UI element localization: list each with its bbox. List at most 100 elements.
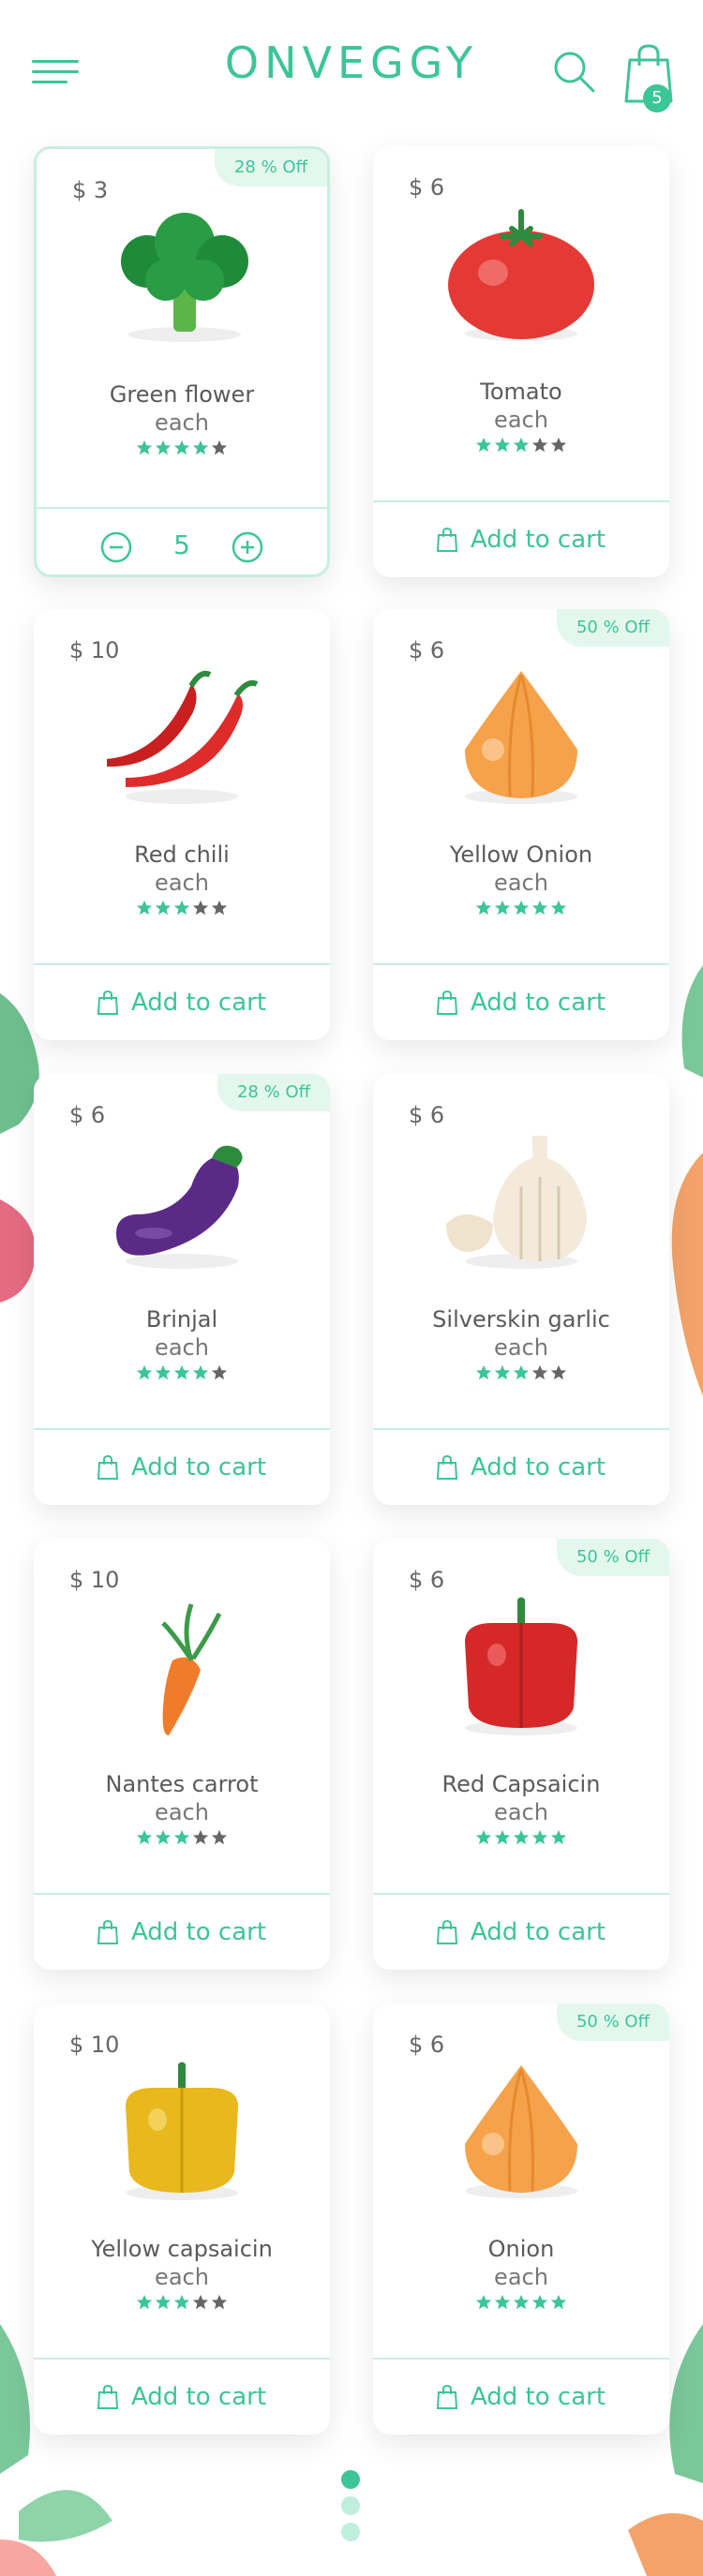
add-to-cart-button[interactable]: Add to cart [373, 502, 669, 577]
star-icon [211, 1364, 228, 1380]
product-name: Red chili [134, 841, 230, 868]
garlic-icon [446, 1136, 587, 1269]
product-unit: each [494, 407, 548, 433]
add-to-cart-button[interactable]: Add to cart [34, 2360, 330, 2435]
product-name: Green flower [109, 381, 255, 408]
product-price: $ 6 [409, 1567, 445, 1593]
product-unit: each [494, 1799, 548, 1825]
bag-icon [97, 2385, 118, 2409]
rating-stars [373, 900, 669, 918]
add-to-cart-label: Add to cart [130, 989, 267, 1017]
discount-badge: 50 % Off [557, 609, 669, 647]
product-price: $ 6 [409, 174, 445, 201]
star-icon [173, 1364, 190, 1380]
product-price: $ 10 [69, 637, 120, 663]
product-card[interactable]: $ 10 Nantes carrot each Add to cart [34, 1539, 330, 1970]
star-icon [192, 2294, 209, 2310]
rating-stars [373, 1829, 669, 1848]
add-to-cart-button[interactable]: Add to cart [373, 965, 669, 1040]
product-card[interactable]: $ 6 28 % Off Brinjal each Add to cart [34, 1074, 330, 1505]
product-name: Onion [487, 2236, 555, 2262]
product-card[interactable]: $ 6 50 % Off Yellow Onion each Add to ca… [373, 609, 669, 1040]
add-to-cart-button[interactable]: Add to cart [34, 965, 330, 1040]
product-card[interactable]: $ 6 Silverskin garlic each Add to cart [373, 1074, 669, 1505]
star-icon [173, 439, 190, 455]
quantity-row: 5 [37, 509, 327, 574]
product-card[interactable]: $ 6 Tomato each Add to cart [373, 146, 669, 577]
star-icon [211, 1829, 228, 1845]
star-icon [550, 1829, 567, 1845]
discount-badge: 50 % Off [557, 1539, 669, 1576]
pagination-dot[interactable] [341, 2523, 360, 2541]
star-icon [513, 2294, 530, 2310]
star-icon [192, 439, 209, 455]
product-price: $ 10 [69, 1567, 120, 1593]
pagination-dot[interactable] [341, 2470, 360, 2489]
carrot-icon [161, 1603, 222, 1735]
onion-icon [465, 671, 577, 804]
star-icon [550, 437, 567, 453]
pagination-dot[interactable] [341, 2496, 360, 2515]
star-icon [155, 900, 172, 916]
broccoli-icon [121, 213, 248, 342]
star-icon [136, 2294, 153, 2310]
add-to-cart-label: Add to cart [470, 2383, 606, 2411]
add-to-cart-label: Add to cart [470, 1453, 606, 1482]
product-card[interactable]: $ 10 Yellow capsaicin each Add to cart [34, 2003, 330, 2435]
product-name: Brinjal [145, 1306, 218, 1333]
onion-icon [465, 2065, 577, 2198]
eggplant-icon [116, 1145, 243, 1269]
quantity-value: 5 [173, 529, 190, 560]
add-to-cart-button[interactable]: Add to cart [373, 1895, 669, 1970]
product-name: Tomato [480, 379, 562, 405]
star-icon [155, 439, 172, 455]
bag-icon [436, 1920, 457, 1944]
star-icon [211, 439, 228, 455]
product-card[interactable]: $ 6 50 % Off Red Capsaicin each Add to c… [373, 1539, 669, 1970]
product-unit: each [494, 870, 548, 896]
star-icon [531, 900, 548, 916]
star-icon [211, 2294, 228, 2310]
rating-stars [34, 900, 330, 918]
discount-badge: 50 % Off [557, 2003, 669, 2041]
star-icon [513, 1829, 530, 1845]
add-to-cart-label: Add to cart [470, 989, 606, 1017]
product-unit: each [155, 2264, 209, 2290]
product-price: $ 6 [69, 1102, 106, 1128]
bag-icon [97, 1455, 118, 1480]
product-unit: each [155, 1334, 209, 1361]
product-name: Nantes carrot [105, 1771, 259, 1797]
star-icon [494, 437, 511, 453]
product-unit: each [155, 870, 209, 896]
star-icon [494, 900, 511, 916]
yellow-pepper-icon [126, 2062, 238, 2200]
app-header: ONVEGGY 5 [0, 0, 703, 141]
add-to-cart-button[interactable]: Add to cart [34, 1895, 330, 1970]
product-unit: each [155, 409, 209, 436]
star-icon [211, 900, 228, 916]
search-icon[interactable] [551, 49, 596, 94]
product-card[interactable]: $ 6 50 % Off Onion each Add to cart [373, 2003, 669, 2435]
bag-icon [436, 990, 457, 1015]
app-logo: ONVEGGY [224, 37, 479, 88]
star-icon [531, 2294, 548, 2310]
rating-stars [373, 437, 669, 455]
product-unit: each [155, 1799, 209, 1825]
bag-icon [436, 1455, 457, 1480]
cart-count-badge: 5 [643, 84, 671, 112]
bag-icon [97, 1920, 118, 1944]
star-icon [155, 2294, 172, 2310]
star-icon [136, 439, 153, 455]
add-to-cart-button[interactable]: Add to cart [34, 1430, 330, 1505]
add-to-cart-button[interactable]: Add to cart [373, 2360, 669, 2435]
star-icon [475, 1364, 492, 1380]
star-icon [494, 1364, 511, 1380]
star-icon [550, 900, 567, 916]
product-card[interactable]: $ 3 28 % Off Green flower each 5 [34, 146, 330, 577]
increase-quantity-button[interactable] [232, 531, 263, 563]
product-card[interactable]: $ 10 Red chili each Add to cart [34, 609, 330, 1040]
star-icon [173, 1829, 190, 1845]
product-name: Yellow Onion [449, 841, 593, 868]
add-to-cart-button[interactable]: Add to cart [373, 1430, 669, 1505]
product-name: Red Capsaicin [441, 1771, 601, 1797]
